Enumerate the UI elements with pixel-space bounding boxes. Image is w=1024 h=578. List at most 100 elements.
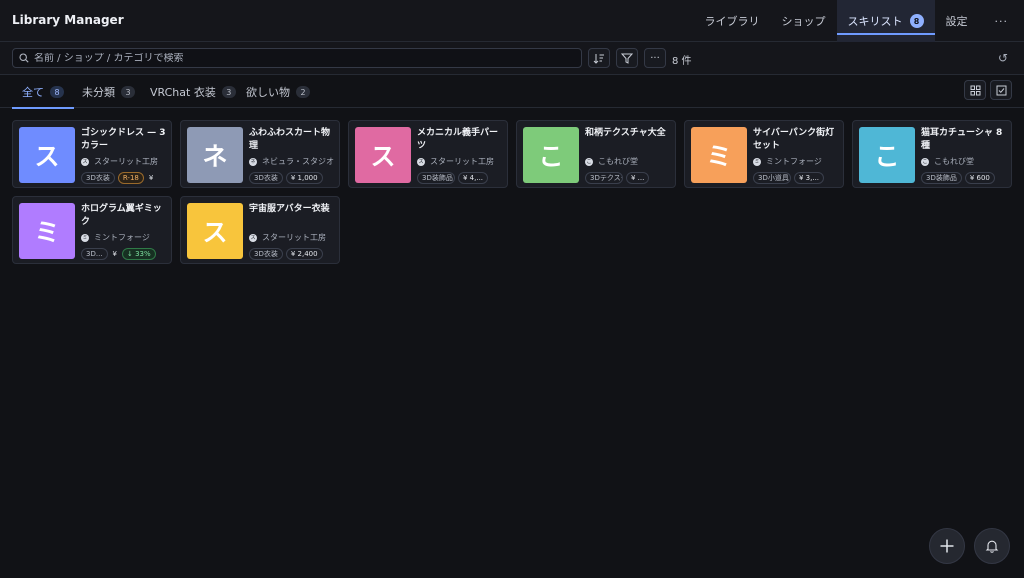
item-thumbnail: ミ	[691, 127, 747, 183]
item-title: 宇宙服アバター衣装	[249, 204, 330, 214]
shop-name: こもれび堂	[934, 157, 974, 166]
category-tag: 3Dテクスチャ	[585, 172, 623, 184]
price-tag: ¥	[148, 174, 154, 182]
search-icon	[19, 53, 29, 63]
notifications-button[interactable]	[974, 528, 1010, 564]
shop-name: スターリット工房	[94, 157, 158, 166]
main-nav: ライブラリ ショップ スキリスト 8 設定 ···	[694, 0, 1024, 42]
filter-button[interactable]	[616, 48, 638, 68]
search-toolbar: ···	[0, 42, 1024, 75]
filter-icon	[621, 53, 633, 64]
price-tag: ¥ ...	[626, 172, 650, 184]
nav-library[interactable]: ライブラリ	[694, 0, 771, 42]
price-tag: ¥ 3,...	[794, 172, 825, 184]
nav-skillist[interactable]: スキリスト 8	[836, 0, 935, 42]
tab-label: VRChat 衣装	[150, 86, 216, 99]
category-tabs: 全て 8 未分類 3 VRChat 衣装 3 欲しい物 2	[0, 76, 1024, 109]
shop-name: ミントフォージ	[94, 233, 150, 242]
item-shop: ミ ミントフォージ	[81, 232, 150, 243]
item-card[interactable]: こ 和柄テクスチャ大全 こ こもれび堂 3Dテクスチャ ¥ ...	[516, 120, 676, 188]
category-tag: 3D...	[81, 248, 108, 260]
tab-label: 欲しい物	[246, 86, 290, 99]
item-tags: 3D衣装 R-18 ¥	[81, 172, 171, 184]
item-card[interactable]: ス メカニカル義手パーツ ス スターリット工房 3D装飾品 ¥ 4,...	[348, 120, 508, 188]
item-thumbnail: ス	[355, 127, 411, 183]
app-title: Library Manager	[12, 13, 124, 27]
tab-uncategorized[interactable]: 未分類 3	[82, 76, 135, 108]
category-tag: 3D衣装	[249, 248, 283, 260]
tab-all[interactable]: 全て 8	[12, 76, 74, 109]
shop-avatar-icon: ミ	[753, 157, 761, 166]
item-tags: 3D小道具 ¥ 3,...	[753, 172, 843, 184]
shop-name: スターリット工房	[430, 157, 494, 166]
plus-icon	[940, 539, 954, 553]
item-shop: ミ ミントフォージ	[753, 156, 822, 167]
add-item-button[interactable]	[929, 528, 965, 564]
item-title: メカニカル義手パーツ	[417, 128, 499, 151]
refresh-icon: ↺	[997, 51, 1008, 65]
more-options-button[interactable]: ···	[644, 48, 666, 68]
price-tag: ¥ 1,000	[285, 172, 323, 184]
app-header: Library Manager ライブラリ ショップ スキリスト 8 設定 ··…	[0, 0, 1024, 42]
grid-view-button[interactable]	[964, 80, 986, 100]
item-shop: こ こもれび堂	[585, 156, 638, 167]
shop-name: スターリット工房	[262, 233, 326, 242]
item-shop: ス スターリット工房	[249, 232, 326, 243]
r18-tag: R-18	[117, 172, 144, 184]
shop-avatar-icon: ス	[81, 157, 89, 166]
shop-avatar-icon: ミ	[81, 233, 89, 242]
item-thumbnail: ス	[19, 127, 75, 183]
price-tag: ¥ 4,...	[458, 172, 489, 184]
item-tags: 3D衣装 ¥ 1,000	[249, 172, 339, 184]
item-card[interactable]: ネ ふわふわスカート物理 ネ ネビュラ・スタジオ 3D衣装 ¥ 1,000	[180, 120, 340, 188]
item-tags: 3D装飾品 ¥ 600	[921, 172, 1011, 184]
shop-avatar-icon: ス	[417, 157, 425, 166]
tab-count: 3	[121, 86, 135, 98]
item-shop: ス スターリット工房	[417, 156, 494, 167]
item-card[interactable]: ミ ホログラム翼ギミック ミ ミントフォージ 3D... ¥ ↓ 33%	[12, 196, 172, 264]
more-menu-button[interactable]: ···	[979, 0, 1024, 42]
item-title: 猫耳カチューシャ 8種	[921, 128, 1003, 151]
price-tag: ¥ 600	[964, 172, 995, 184]
select-mode-button[interactable]	[990, 80, 1012, 100]
item-thumbnail: ネ	[187, 127, 243, 183]
search-input[interactable]	[34, 52, 574, 64]
sort-button[interactable]	[588, 48, 610, 68]
item-card[interactable]: ス 宇宙服アバター衣装 ス スターリット工房 3D衣装 ¥ 2,400	[180, 196, 340, 264]
item-card[interactable]: ス ゴシックドレス — 3カラー ス スターリット工房 3D衣装 R-18 ¥	[12, 120, 172, 188]
item-card[interactable]: ミ サイバーパンク街灯セット ミ ミントフォージ 3D小道具 ¥ 3,...	[684, 120, 844, 188]
shop-name: ミントフォージ	[766, 157, 822, 166]
tab-count: 3	[221, 86, 236, 98]
category-tag: 3D衣装	[81, 172, 115, 184]
item-title: ふわふわスカート物理	[249, 128, 331, 151]
shop-name: ネビュラ・スタジオ	[262, 157, 334, 166]
tab-wishlist[interactable]: 欲しい物 2	[246, 76, 310, 108]
shop-avatar-icon: ネ	[249, 157, 257, 166]
item-title: 和柄テクスチャ大全	[585, 128, 666, 138]
tab-vrchat-outfits[interactable]: VRChat 衣装 3	[150, 76, 236, 108]
tab-count: 8	[50, 86, 64, 98]
nav-settings[interactable]: 設定	[935, 0, 979, 42]
grid-icon	[970, 85, 980, 95]
item-title: サイバーパンク街灯セット	[753, 128, 835, 151]
nav-shop[interactable]: ショップ	[771, 0, 837, 42]
shop-name: こもれび堂	[598, 157, 638, 166]
more-dots-icon: ···	[650, 52, 660, 64]
category-tag: 3D装飾品	[921, 172, 962, 184]
item-thumbnail: こ	[859, 127, 915, 183]
checkbox-icon	[996, 85, 1006, 95]
nav-skillist-badge: 8	[909, 14, 924, 28]
item-thumbnail: こ	[523, 127, 579, 183]
item-tags: 3Dテクスチャ ¥ ...	[585, 172, 675, 184]
item-card[interactable]: こ 猫耳カチューシャ 8種 こ こもれび堂 3D装飾品 ¥ 600	[852, 120, 1012, 188]
shop-avatar-icon: こ	[921, 157, 929, 166]
item-title: ホログラム翼ギミック	[81, 204, 162, 227]
price-tag: ¥	[112, 250, 117, 258]
item-title: ゴシックドレス — 3カラー	[81, 128, 166, 151]
category-tag: 3D装飾品	[417, 172, 455, 184]
tab-label: 未分類	[82, 86, 115, 99]
item-tags: 3D装飾品 ¥ 4,...	[417, 172, 507, 184]
bell-icon	[985, 540, 999, 553]
item-thumbnail: ミ	[19, 203, 75, 259]
refresh-button[interactable]: ↺	[998, 51, 1008, 65]
